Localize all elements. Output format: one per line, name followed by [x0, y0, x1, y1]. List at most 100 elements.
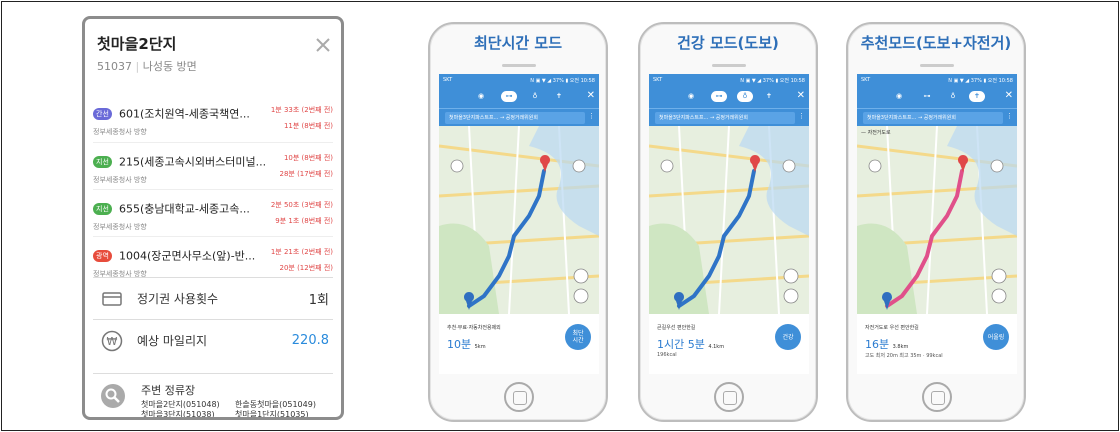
bike-icon[interactable]: ♁: [945, 91, 961, 102]
card-icon: [101, 288, 123, 310]
go-button[interactable]: 어울링: [983, 324, 1009, 350]
bike-icon[interactable]: ♁: [737, 91, 753, 102]
pin-icon[interactable]: ◉: [891, 91, 907, 102]
route-time: 16분 3.8km: [865, 338, 909, 351]
car-icon[interactable]: ⊶: [501, 91, 517, 102]
go-button[interactable]: 최단 시간: [565, 324, 591, 350]
phone-speaker: [920, 64, 954, 67]
walk-icon[interactable]: ✝: [969, 91, 985, 102]
nearby-title: 주변 정류장: [141, 384, 196, 397]
mileage-row: ₩ 예상 마일리지 220.8: [93, 319, 333, 361]
carrier-label: SKT: [861, 77, 871, 83]
pass-count-label: 정기권 사용횟수: [137, 292, 219, 306]
car-icon[interactable]: ⊶: [919, 91, 935, 102]
map-view[interactable]: — 자전거도로: [857, 126, 1017, 314]
phone-screen: SKT N ▣ ▼ ◢ 37% ▮ 오전 10:58 ◉ ⊶ ♁ ✝ ✕ 첫마을…: [649, 74, 809, 374]
walk-icon[interactable]: ✝: [551, 91, 567, 102]
route-result: 자전거도로 우선 편안한길 16분 3.8km 고도 최저 20m 최고 35m…: [857, 314, 1017, 374]
home-button[interactable]: [922, 382, 952, 412]
arrival-time-2: 11분 (8번째 전): [283, 122, 333, 130]
won-icon: ₩: [101, 330, 123, 352]
home-button[interactable]: [714, 382, 744, 412]
mode-title: 추천모드(도보+자전거): [860, 34, 1012, 52]
bus-stop-card: 첫마을2단지 51037 | 나성동 방면 간선 601(조치원역-세종국책연.…: [82, 16, 344, 420]
route-time: 10분 5km: [447, 338, 486, 351]
route-list: 간선 601(조치원역-세종국책연... 정부세종청사 방향 1분 33초 (2…: [93, 95, 333, 283]
svg-text:₩: ₩: [107, 335, 118, 348]
route-caption: 큰길우선 편안한길: [657, 325, 696, 331]
route-extra: 고도 최저 20m 최고 35m · 99kcal: [865, 353, 943, 359]
arrival-time-1: 2분 50초 (3번째 전): [270, 201, 333, 209]
car-icon[interactable]: ⊶: [711, 91, 727, 102]
mode-title: 최단시간 모드: [473, 34, 563, 52]
route-item[interactable]: 지선 215(세종고속시외버스터미널... 정부세종청사 방향 10분 (8번째…: [93, 142, 333, 189]
route-distance: 5km: [474, 344, 486, 350]
carrier-label: SKT: [653, 77, 663, 83]
arrival-time-1: 1분 33초 (2번째 전): [270, 106, 333, 114]
route-badge: 지선: [93, 202, 112, 215]
route-badge: 광역: [93, 249, 112, 262]
route-item[interactable]: 지선 655(충남대학교-세종고속... 정부세종청사 방향 2분 50초 (3…: [93, 189, 333, 236]
map-view[interactable]: [439, 126, 599, 314]
route-summary[interactable]: 첫마을3단지파스트프... → 공정거래위원회: [445, 112, 585, 124]
home-button[interactable]: [504, 382, 534, 412]
status-icons: N ▣ ▼ ◢ 37% ▮ 오전 10:58: [530, 78, 595, 84]
route-name: 1004(장군면사무소(앞)-반...: [118, 249, 256, 263]
status-bar: SKT N ▣ ▼ ◢ 37% ▮ 오전 10:58: [857, 74, 1017, 86]
status-bar: SKT N ▣ ▼ ◢ 37% ▮ 오전 10:58: [649, 74, 809, 86]
close-icon[interactable]: [313, 35, 333, 55]
nearby-stop[interactable]: 첫마을1단지(51035): [235, 409, 309, 417]
route-caption: 추천·무료·자동차전용제외: [447, 325, 501, 331]
map-view[interactable]: [649, 126, 809, 314]
close-icon[interactable]: ✕: [587, 90, 595, 101]
more-icon[interactable]: ⋮: [798, 112, 805, 120]
more-icon[interactable]: ⋮: [1006, 112, 1013, 120]
close-icon[interactable]: ✕: [797, 90, 805, 101]
route-badge: 지선: [93, 155, 112, 168]
route-caption: 자전거도로 우선 편안한길: [865, 325, 919, 331]
pin-icon[interactable]: ◉: [473, 91, 489, 102]
pin-icon[interactable]: ◉: [683, 91, 699, 102]
pass-count-value: 1회: [308, 293, 329, 308]
route-name: 655(충남대학교-세종고속...: [118, 202, 250, 216]
status-icons: N ▣ ▼ ◢ 37% ▮ 오전 10:58: [740, 78, 805, 84]
route-summary[interactable]: 첫마을3단지파스트프... → 공정거래위원회: [863, 112, 1003, 124]
status-bar: SKT N ▣ ▼ ◢ 37% ▮ 오전 10:58: [439, 74, 599, 86]
route-result: 추천·무료·자동차전용제외 10분 5km 최단 시간: [439, 314, 599, 374]
stop-subtitle: 51037 | 나성동 방면: [97, 60, 197, 73]
mode-toolbar: ◉ ⊶ ♁ ✝ ✕: [857, 86, 1017, 108]
route-result: 큰길우선 편안한길 1시간 5분 4.1km 196kcal 건강: [649, 314, 809, 374]
route-name: 601(조치원역-세종국책연...: [118, 107, 250, 121]
legend-label: — 자전거도로: [861, 129, 891, 136]
phone-screen: SKT N ▣ ▼ ◢ 37% ▮ 오전 10:58 ◉ ⊶ ♁ ✝ ✕ 첫마을…: [857, 74, 1017, 374]
route-name: 215(세종고속시외버스터미널...: [118, 155, 267, 169]
route-summary[interactable]: 첫마을3단지파스트프... → 공정거래위원회: [655, 112, 795, 124]
mileage-value: 220.8: [291, 333, 329, 348]
close-icon[interactable]: ✕: [1005, 90, 1013, 101]
route-item[interactable]: 간선 601(조치원역-세종국책연... 정부세종청사 방향 1분 33초 (2…: [93, 95, 333, 142]
route-badge: 간선: [93, 107, 112, 120]
phone-mockup: 건강 모드(도보) SKT N ▣ ▼ ◢ 37% ▮ 오전 10:58 ◉ ⊶…: [638, 22, 818, 422]
status-icons: N ▣ ▼ ◢ 37% ▮ 오전 10:58: [948, 78, 1013, 84]
route-distance: 3.8km: [892, 344, 909, 350]
arrival-time-1: 1분 21초 (2번째 전): [270, 248, 333, 256]
walk-icon[interactable]: ✝: [761, 91, 777, 102]
nearby-stop[interactable]: 첫마을3단지(51038): [141, 409, 215, 417]
route-extra: 196kcal: [657, 352, 677, 358]
phone-mockup: 추천모드(도보+자전거) SKT N ▣ ▼ ◢ 37% ▮ 오전 10:58 …: [846, 22, 1026, 422]
route-item[interactable]: 광역 1004(장군면사무소(앞)-반... 정부세종청사 방향 1분 21초 …: [93, 236, 333, 283]
mode-title: 건강 모드(도보): [677, 34, 779, 52]
stop-name: 첫마을2단지: [97, 35, 177, 53]
go-button[interactable]: 건강: [775, 324, 801, 350]
nearby-stops: 주변 정류장 첫마을2단지(051048) 한솔동첫마을(051049) 첫마을…: [93, 373, 333, 417]
more-icon[interactable]: ⋮: [588, 112, 595, 120]
bike-icon[interactable]: ♁: [527, 91, 543, 102]
arrival-time-2: 9분 1초 (8번째 전): [275, 217, 333, 225]
phone-screen: SKT N ▣ ▼ ◢ 37% ▮ 오전 10:58 ◉ ⊶ ♁ ✝ ✕ 첫마을…: [439, 74, 599, 374]
carrier-label: SKT: [443, 77, 453, 83]
route-bar: 첫마을3단지파스트프... → 공정거래위원회 ⋮: [439, 108, 599, 126]
route-distance: 4.1km: [708, 344, 725, 350]
arrival-time-1: 10분 (8번째 전): [283, 154, 333, 162]
mode-toolbar: ◉ ⊶ ♁ ✝ ✕: [649, 86, 809, 108]
phone-speaker: [502, 64, 536, 67]
